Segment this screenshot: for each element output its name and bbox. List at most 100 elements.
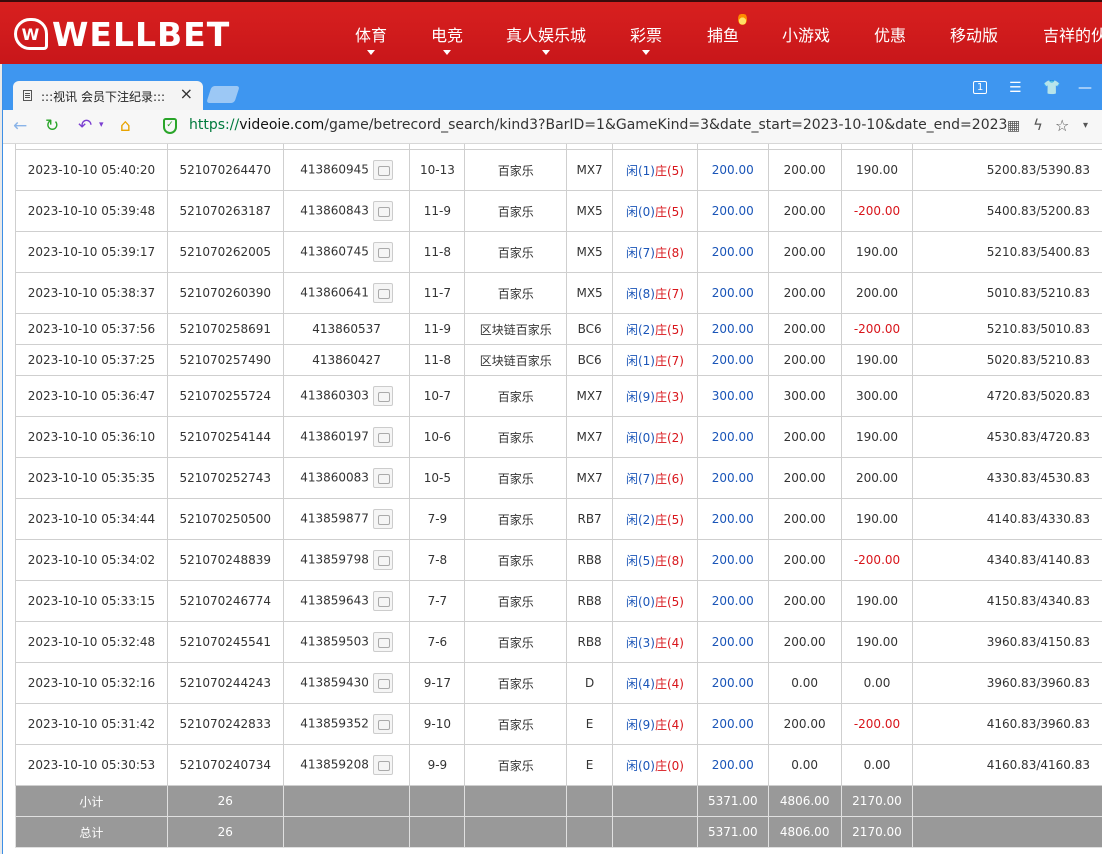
- empty-cell: [612, 816, 698, 848]
- star-icon[interactable]: ☆: [1055, 116, 1069, 135]
- table-row: 2023-10-10 05:37:25 521070257490 413860427…: [15, 344, 1102, 376]
- banker-result: 庄(6): [654, 471, 684, 486]
- game-type-cell: 百家乐: [464, 457, 568, 499]
- banker-result: 庄(4): [654, 676, 684, 691]
- order-number-cell: 521070242833: [166, 703, 284, 745]
- result-detail-icon[interactable]: [372, 427, 393, 447]
- valid-bet-cell: 200.00: [767, 344, 842, 376]
- round-number-cell: 413860843: [282, 190, 411, 232]
- result-detail-icon[interactable]: [372, 160, 393, 180]
- result-detail-icon[interactable]: [372, 673, 393, 693]
- bet-amount-cell: 200.00: [696, 744, 769, 786]
- total-valid: 4806.00: [767, 816, 842, 848]
- win-loss-cell: 190.00: [840, 498, 914, 540]
- nav-item-6[interactable]: 优惠: [874, 22, 906, 46]
- nav-item-2[interactable]: 真人娱乐城: [506, 22, 586, 55]
- close-icon[interactable]: ×: [180, 84, 193, 103]
- game-type-cell: 百家乐: [464, 539, 568, 581]
- balance-cell: 5020.83/5210.83: [912, 344, 1102, 376]
- card-result-cell: 闲(7)庄(6): [612, 457, 698, 499]
- valid-bet-cell: 200.00: [767, 416, 842, 458]
- game-type-cell: 百家乐: [464, 149, 568, 191]
- logo-mark-icon: W: [14, 18, 48, 50]
- page-content: 2023-10-10 05:40:20 521070264470 413860945…: [3, 144, 1102, 854]
- bet-time-cell: 2023-10-10 05:38:37: [15, 272, 168, 314]
- result-detail-icon[interactable]: [372, 755, 393, 775]
- result-detail-icon[interactable]: [372, 242, 393, 262]
- result-detail-icon[interactable]: [372, 591, 393, 611]
- table-row: 2023-10-10 05:34:02 521070248839 413859798…: [15, 539, 1102, 581]
- game-type-cell: 百家乐: [464, 703, 568, 745]
- round-number-cell: 413859352: [282, 703, 411, 745]
- round-number: 413859503: [300, 634, 369, 649]
- more-chevron-icon[interactable]: ▾: [1083, 120, 1088, 131]
- round-number: 413860083: [300, 470, 369, 485]
- valid-bet-cell: 200.00: [767, 580, 842, 622]
- balance-cell: 5010.83/5210.83: [912, 272, 1102, 314]
- nav-item-3[interactable]: 彩票: [630, 22, 662, 55]
- back-icon[interactable]: ←: [13, 116, 27, 136]
- menu-icon[interactable]: ☰: [1009, 80, 1022, 96]
- nav-item-0[interactable]: 体育: [355, 22, 388, 55]
- undo-icon[interactable]: ↶: [78, 116, 92, 136]
- result-detail-icon[interactable]: [372, 509, 393, 529]
- card-result-cell: 闲(4)庄(4): [612, 662, 698, 704]
- game-type-cell: 百家乐: [464, 621, 568, 663]
- bet-amount-cell: 200.00: [696, 313, 769, 345]
- order-number-cell: 521070264470: [166, 149, 284, 191]
- nav-item-4[interactable]: 捕鱼: [707, 12, 747, 46]
- result-detail-icon[interactable]: [372, 201, 393, 221]
- card-result-cell: 闲(1)庄(7): [612, 344, 698, 376]
- chevron-down-icon[interactable]: ▾: [99, 120, 104, 130]
- bet-time-cell: 2023-10-10 05:40:20: [15, 149, 168, 191]
- skin-icon[interactable]: 👕: [1043, 80, 1060, 96]
- qr-code-icon[interactable]: ▦: [1007, 118, 1020, 134]
- tab-count-icon[interactable]: 1: [973, 81, 988, 94]
- result-detail-icon[interactable]: [372, 632, 393, 652]
- nav-item-1[interactable]: 电竞: [431, 22, 464, 55]
- balance-cell: 4160.83/3960.83: [912, 703, 1102, 745]
- lightning-icon[interactable]: ϟ: [1033, 116, 1043, 134]
- player-result: 闲(7): [625, 245, 655, 260]
- result-detail-icon[interactable]: [372, 386, 393, 406]
- card-result-cell: 闲(8)庄(7): [612, 272, 698, 314]
- card-result-cell: 闲(0)庄(0): [612, 744, 698, 786]
- new-tab-button[interactable]: [206, 86, 240, 103]
- nav-label: 体育: [355, 26, 388, 45]
- table-row: 2023-10-10 05:37:56 521070258691 413860537…: [15, 313, 1102, 345]
- table-row: 2023-10-10 05:39:17 521070262005 413860745…: [15, 231, 1102, 273]
- bet-time-cell: 2023-10-10 05:35:35: [15, 457, 168, 499]
- shoe-hand-cell: 9-10: [409, 703, 466, 745]
- tab-bet-record[interactable]: :::视讯 会员下注纪录::: ×: [13, 81, 203, 110]
- nav-item-7[interactable]: 移动版: [950, 22, 998, 46]
- player-result: 闲(2): [625, 322, 655, 337]
- nav-item-5[interactable]: 小游戏: [782, 22, 830, 46]
- total-count: 26: [166, 816, 284, 848]
- minimize-icon[interactable]: —: [1078, 80, 1092, 96]
- result-detail-icon[interactable]: [372, 714, 393, 734]
- home-icon[interactable]: ⌂: [120, 116, 131, 136]
- win-loss-cell: 0.00: [840, 744, 914, 786]
- refresh-icon[interactable]: ↻: [45, 116, 59, 136]
- result-detail-icon[interactable]: [372, 550, 393, 570]
- empty-cell: [464, 816, 568, 848]
- empty-cell: [464, 785, 568, 817]
- round-number: 413860427: [312, 353, 381, 367]
- nav-label: 电竞: [431, 26, 464, 45]
- address-bar[interactable]: https://videoie.com/game/betrecord_searc…: [189, 117, 1009, 133]
- total-bet: 5371.00: [696, 816, 769, 848]
- chevron-down-icon: [443, 50, 451, 55]
- banker-result: 庄(3): [654, 389, 684, 404]
- wellbet-logo[interactable]: W WELLBET: [14, 14, 231, 54]
- game-type-cell: 区块链百家乐: [464, 344, 568, 376]
- logo-text: WELLBET: [52, 14, 231, 54]
- round-number-cell: 413859430: [282, 662, 411, 704]
- card-result-cell: 闲(1)庄(5): [612, 149, 698, 191]
- result-detail-icon[interactable]: [372, 468, 393, 488]
- table-row: 2023-10-10 05:33:15 521070246774 413859643…: [15, 580, 1102, 622]
- valid-bet-cell: 200.00: [767, 621, 842, 663]
- nav-item-8[interactable]: 吉祥的伙: [1043, 22, 1102, 46]
- result-detail-icon[interactable]: [372, 283, 393, 303]
- total-result: 2170.00: [840, 816, 914, 848]
- site-header: W WELLBET 体育 电竞 真人娱乐城 彩票 捕鱼 小游戏 优惠 移动版 吉祥的伙: [0, 0, 1102, 64]
